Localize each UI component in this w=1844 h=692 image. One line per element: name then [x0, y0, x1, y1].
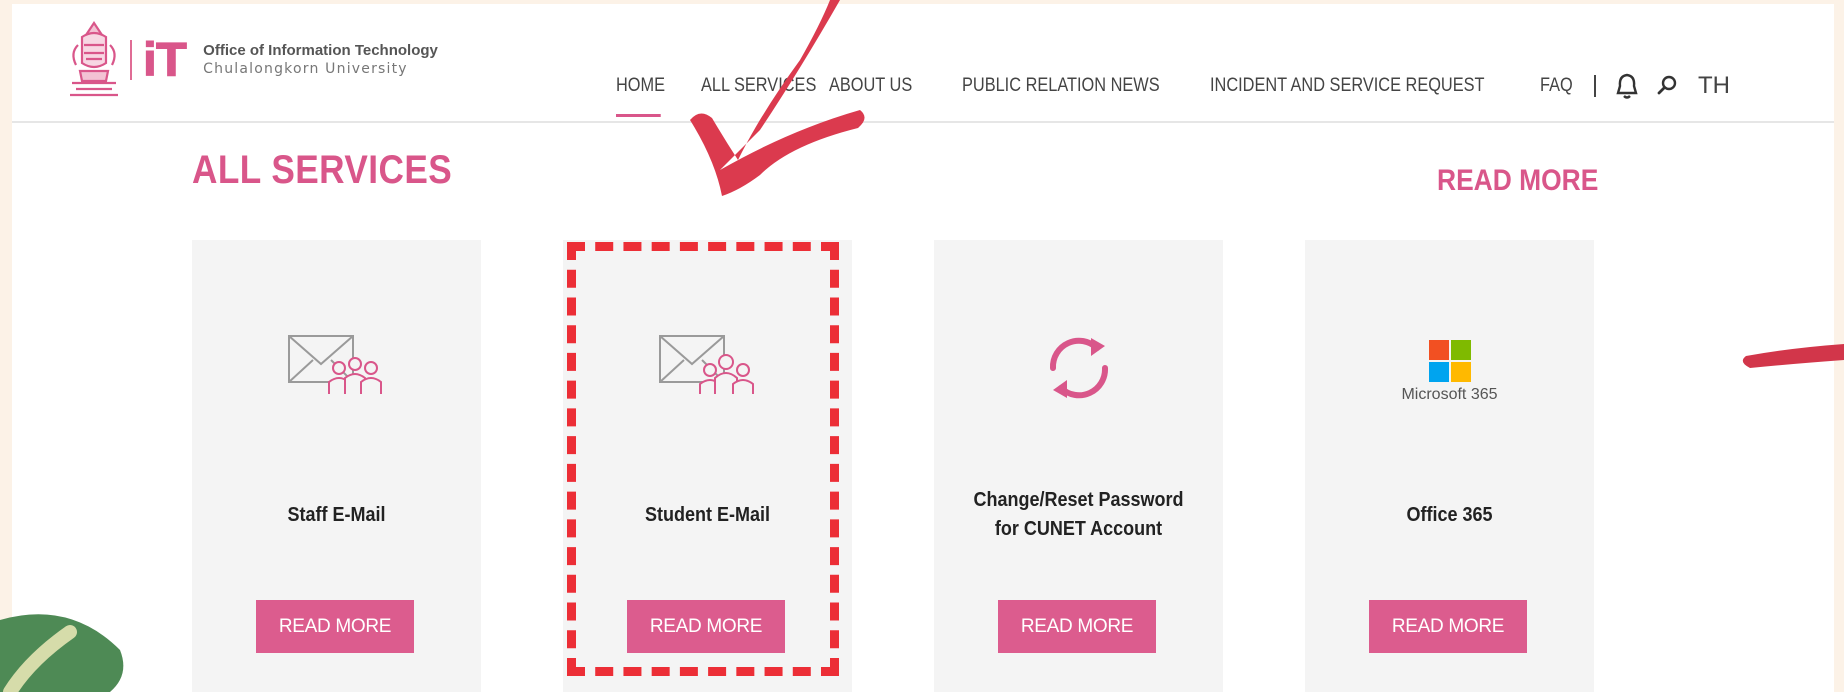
- annotation-overlay: [0, 0, 1844, 692]
- arrow-icon: [690, 0, 865, 196]
- leaf-decoration: [0, 614, 124, 692]
- decorative-stroke: [1742, 344, 1844, 368]
